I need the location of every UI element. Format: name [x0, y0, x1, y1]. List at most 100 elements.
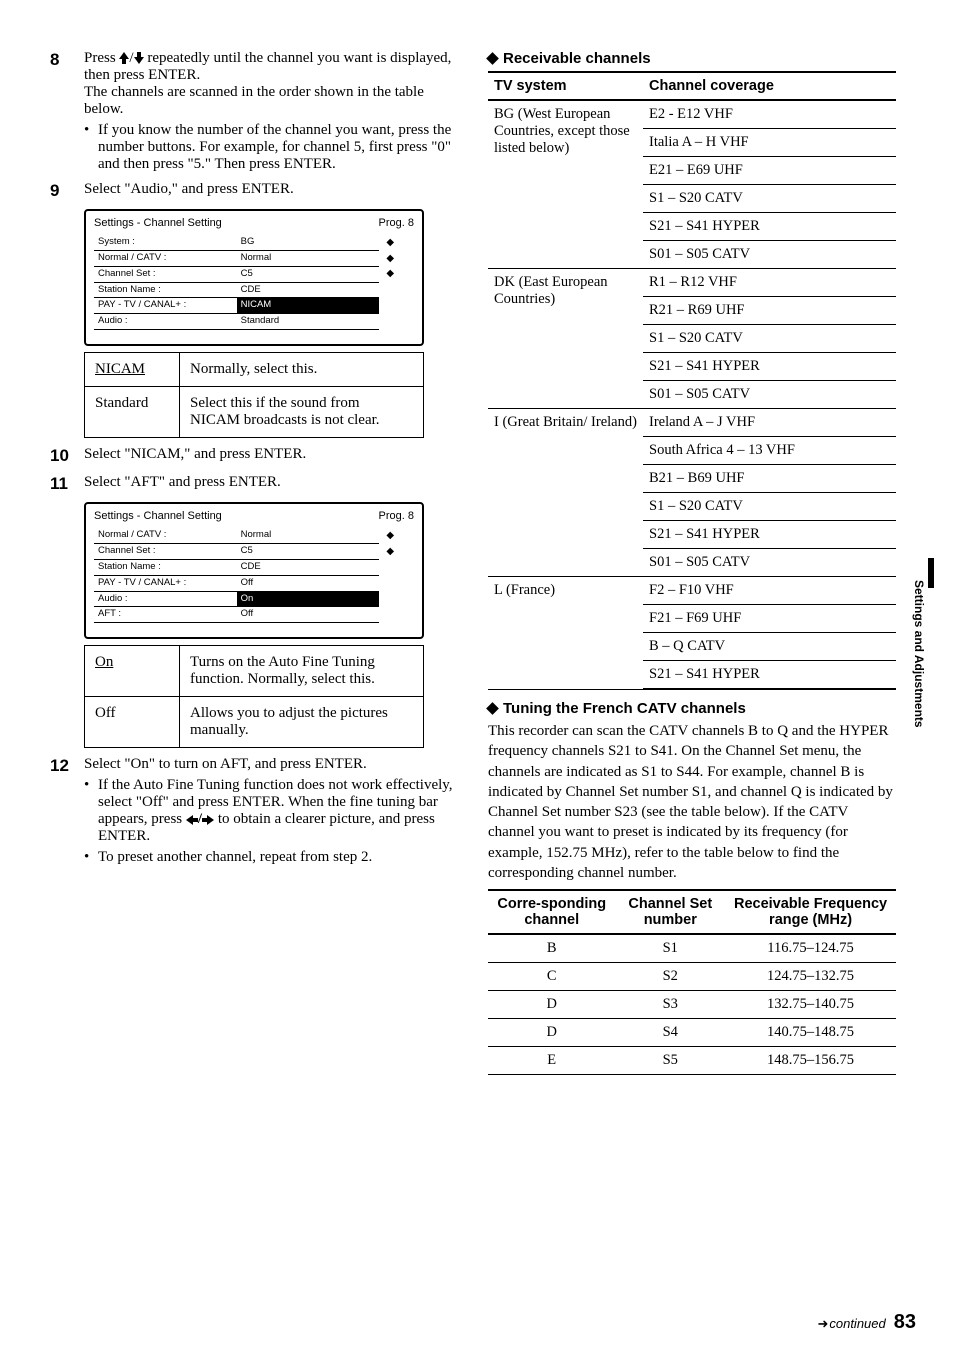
th-channel-set-number: Channel Set number [615, 890, 725, 934]
osd-value: Standard [237, 314, 380, 330]
osd-key: AFT : [94, 607, 237, 623]
bullet-text: If you know the number of the channel yo… [98, 122, 458, 173]
thumb-index-mark [928, 558, 934, 588]
osd-key: Normal / CATV : [94, 528, 237, 544]
osd-key: Audio : [94, 314, 237, 330]
corresponding-channel: E [488, 1047, 615, 1075]
step-10: 10 Select "NICAM," and press ENTER. [50, 446, 458, 466]
osd-key: PAY - TV / CANAL+ : [94, 575, 237, 591]
coverage-cell: S1 – S20 CATV [643, 325, 896, 353]
arrow-right-icon [202, 815, 214, 825]
diamond-icon [486, 52, 499, 65]
corresponding-channel: D [488, 991, 615, 1019]
coverage-cell: S1 – S20 CATV [643, 185, 896, 213]
step-text: The channels are scanned in the order sh… [84, 84, 458, 118]
section-paragraph: This recorder can scan the CATV channels… [488, 721, 896, 883]
step-12: 12 Select "On" to turn on AFT, and press… [50, 756, 458, 866]
osd-title: Settings - Channel Setting [94, 510, 222, 522]
osd-value: BG [237, 235, 380, 251]
osd-title: Settings - Channel Setting [94, 217, 222, 229]
step-number: 11 [50, 474, 84, 494]
coverage-cell: F21 – F69 UHF [643, 605, 896, 633]
channel-set-number: S5 [615, 1047, 725, 1075]
osd-key: Channel Set : [94, 266, 237, 282]
bullet-text: To preset another channel, repeat from s… [98, 849, 458, 866]
step-text: Select "On" to turn on AFT, and press EN… [84, 756, 367, 772]
osd-value: CDE [237, 282, 380, 298]
osd-arrow: ◆ [379, 235, 401, 251]
osd-arrow [379, 591, 401, 607]
continued-label: continued [817, 1316, 885, 1332]
table-row: ES5148.75–156.75 [488, 1047, 896, 1075]
table-row: DS4140.75–148.75 [488, 1019, 896, 1047]
coverage-cell: B – Q CATV [643, 633, 896, 661]
osd-value: Off [237, 607, 380, 623]
osd-value: Normal [237, 528, 380, 544]
option-row: OnTurns on the Auto Fine Tuning function… [85, 646, 424, 697]
osd-key: Station Name : [94, 559, 237, 575]
frequency-range: 148.75–156.75 [725, 1047, 896, 1075]
step-number: 9 [50, 181, 84, 201]
coverage-cell: R1 – R12 VHF [643, 269, 896, 297]
left-column: 8 Press / repeatedly until the channel y… [50, 50, 458, 1075]
osd-arrow: ◆ [379, 544, 401, 560]
option-desc: Normally, select this. [180, 353, 424, 387]
osd-row: PAY - TV / CANAL+ :NICAM [94, 298, 401, 314]
option-name: NICAM [85, 353, 180, 387]
table-row: DK (East European Countries)R1 – R12 VHF [488, 269, 896, 297]
coverage-cell: F2 – F10 VHF [643, 577, 896, 605]
option-desc: Select this if the sound from NICAM broa… [180, 387, 424, 438]
osd-arrow [379, 298, 401, 314]
step-text: Select "NICAM," and press ENTER. [84, 446, 458, 466]
osd-prog: Prog. 8 [379, 217, 414, 229]
french-catv-table: Corre-sponding channel Channel Set numbe… [488, 889, 896, 1075]
option-row: OffAllows you to adjust the pictures man… [85, 697, 424, 748]
table-row: DS3132.75–140.75 [488, 991, 896, 1019]
frequency-range: 124.75–132.75 [725, 963, 896, 991]
th-receivable-frequency: Receivable Frequency range (MHz) [725, 890, 896, 934]
option-name: Standard [85, 387, 180, 438]
section-french-catv: Tuning the French CATV channels [488, 700, 896, 717]
option-table-audio: NICAMNormally, select this.StandardSelec… [84, 352, 424, 438]
coverage-cell: R21 – R69 UHF [643, 297, 896, 325]
step-number: 10 [50, 446, 84, 466]
coverage-cell: S21 – S41 HYPER [643, 661, 896, 690]
page-footer: continued 83 [817, 1311, 916, 1334]
osd-row: Station Name :CDE [94, 282, 401, 298]
page-number: 83 [894, 1311, 916, 1334]
osd-row: Audio :On [94, 591, 401, 607]
osd-key: Channel Set : [94, 544, 237, 560]
frequency-range: 140.75–148.75 [725, 1019, 896, 1047]
step-text: Select "AFT" and press ENTER. [84, 474, 458, 494]
osd-prog: Prog. 8 [379, 510, 414, 522]
section-title: Tuning the French CATV channels [503, 700, 746, 717]
table-row: CS2124.75–132.75 [488, 963, 896, 991]
option-name: Off [85, 697, 180, 748]
option-row: NICAMNormally, select this. [85, 353, 424, 387]
diamond-icon [486, 702, 499, 715]
osd-screenshot-audio: Settings - Channel Setting Prog. 8 Syste… [84, 209, 424, 346]
table-row: I (Great Britain/ Ireland)Ireland A – J … [488, 409, 896, 437]
step-number: 12 [50, 756, 84, 866]
osd-row: Channel Set :C5◆ [94, 266, 401, 282]
right-column: Receivable channels TV system Channel co… [488, 50, 914, 1075]
step-11: 11 Select "AFT" and press ENTER. [50, 474, 458, 494]
osd-key: System : [94, 235, 237, 251]
coverage-cell: E21 – E69 UHF [643, 157, 896, 185]
osd-arrow [379, 559, 401, 575]
coverage-cell: South Africa 4 – 13 VHF [643, 437, 896, 465]
step-text: Press [84, 50, 119, 66]
arrow-down-icon [134, 52, 144, 64]
osd-row: Audio :Standard [94, 314, 401, 330]
corresponding-channel: C [488, 963, 615, 991]
osd-row: Channel Set :C5◆ [94, 544, 401, 560]
corresponding-channel: B [488, 934, 615, 963]
coverage-cell: S21 – S41 HYPER [643, 353, 896, 381]
osd-key: Station Name : [94, 282, 237, 298]
osd-arrow [379, 575, 401, 591]
section-receivable-channels: Receivable channels [488, 50, 896, 67]
th-channel-coverage: Channel coverage [643, 72, 896, 100]
option-desc: Turns on the Auto Fine Tuning function. … [180, 646, 424, 697]
osd-row: Normal / CATV :Normal◆ [94, 251, 401, 267]
channel-set-number: S2 [615, 963, 725, 991]
